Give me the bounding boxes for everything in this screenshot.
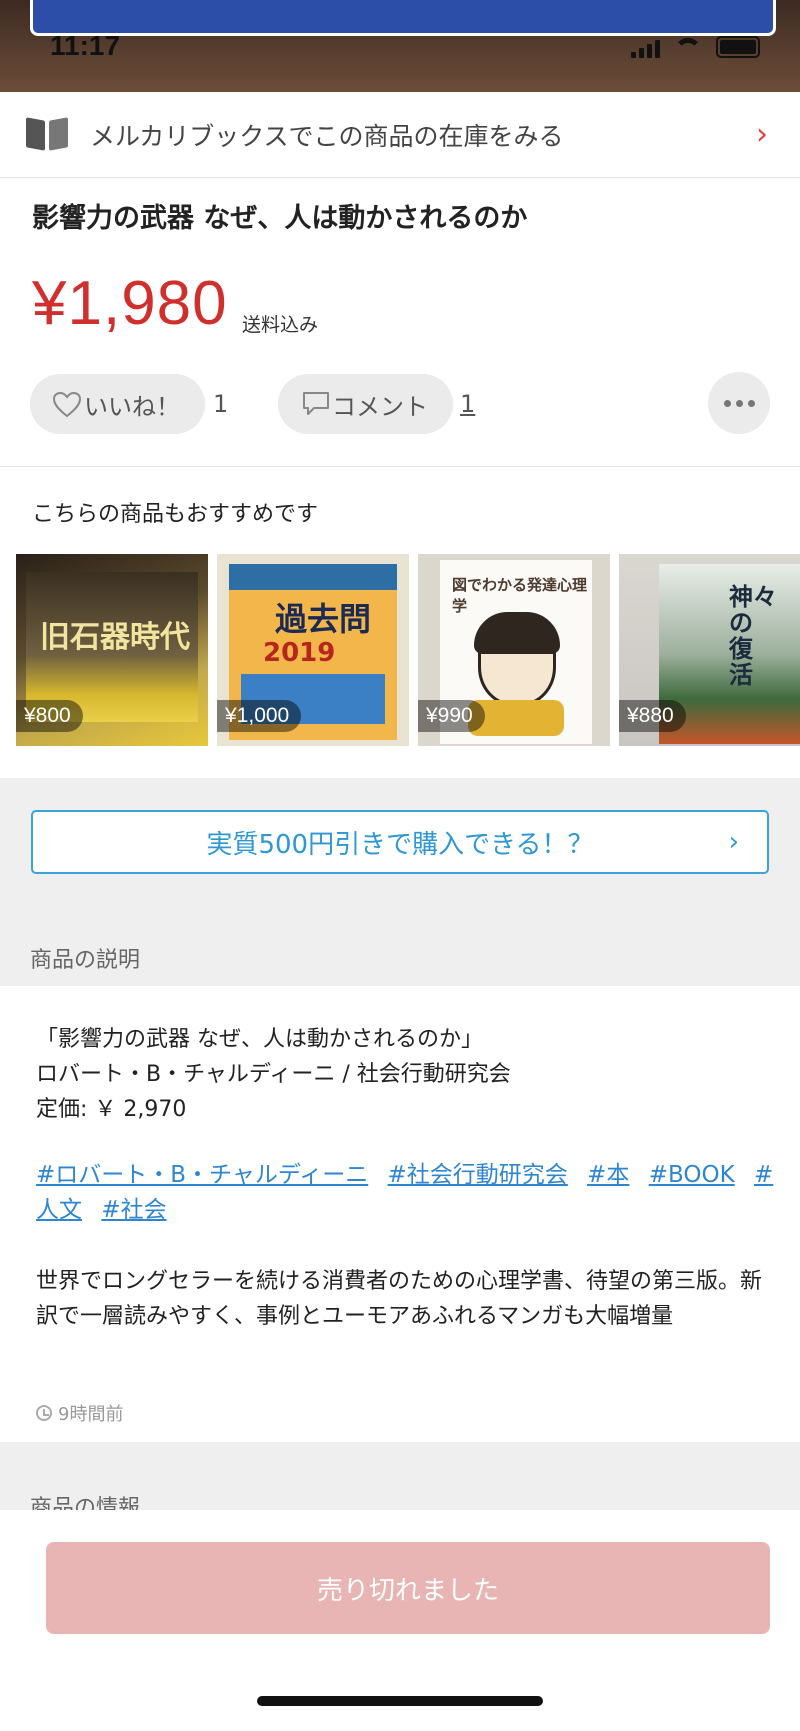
cover-title: 過去問 — [275, 600, 372, 638]
recommendation-price: ¥800 — [16, 700, 83, 732]
home-indicator — [257, 1696, 543, 1706]
book-icon — [26, 119, 68, 151]
status-icons — [631, 36, 760, 58]
recommendation-price: ¥990 — [418, 700, 485, 732]
hashtag-link[interactable]: #社会 — [101, 1197, 166, 1223]
recommendation-card[interactable]: 神々の復活 ¥880 — [619, 554, 800, 746]
recommendation-price: ¥1,000 — [217, 700, 302, 732]
sold-out-button[interactable]: 売り切れました — [46, 1542, 770, 1634]
description-section-title: 商品の説明 — [30, 948, 141, 973]
status-time: 11:17 — [50, 30, 121, 61]
posted-time: 9時間前 — [36, 1400, 123, 1426]
signal-icon — [631, 40, 660, 58]
recommendation-card[interactable]: 旧石器時代 ¥800 — [16, 554, 208, 746]
description-line: 定価: ￥ 2,970 — [36, 1097, 187, 1122]
clock-icon — [36, 1405, 52, 1421]
recommendations-carousel[interactable]: 旧石器時代 ¥800 過去問 2019 ¥1,000 図でわかる発達心理学 ¥9… — [16, 554, 800, 746]
cover-title: 神々の復活 — [729, 583, 777, 689]
chevron-right-icon: › — [756, 117, 768, 152]
mercari-books-label: メルカリブックスでこの商品の在庫をみる — [90, 121, 564, 151]
divider — [0, 466, 800, 467]
description-body: 「影響力の武器 なぜ、人は動かされるのか」 ロバート・B・チャルディーニ / 社… — [36, 1022, 776, 1127]
hashtag-link[interactable]: #BOOK — [649, 1162, 735, 1188]
product-price: ¥1,980 — [32, 269, 228, 338]
cover-year: 2019 — [263, 638, 336, 668]
comment-count-link[interactable]: 1 — [460, 390, 475, 418]
cover-title: 旧石器時代 — [40, 620, 190, 655]
shipping-note: 送料込み — [242, 314, 319, 336]
posted-time-label: 9時間前 — [58, 1404, 124, 1425]
recommendations-heading: こちらの商品もおすすめです — [32, 502, 319, 527]
description-line: ロバート・B・チャルディーニ / 社会行動研究会 — [36, 1062, 511, 1087]
comment-icon — [300, 390, 332, 418]
recommendation-price: ¥880 — [619, 700, 686, 732]
description-blurb: 世界でロングセラーを続ける消費者のための心理学書、待望の第三版。新訳で一層読みや… — [36, 1269, 763, 1329]
wifi-icon — [674, 38, 702, 58]
heart-icon — [52, 391, 82, 418]
dot-icon — [735, 399, 743, 407]
promo-label: 実質500円引きで購入できる！？ — [206, 829, 594, 860]
like-label: いいね！ — [84, 392, 180, 421]
hashtag-link[interactable]: #社会行動研究会 — [388, 1162, 568, 1188]
chevron-right-icon: › — [728, 827, 739, 857]
dot-icon — [723, 399, 731, 407]
hashtag-link[interactable]: #ロバート・B・チャルディーニ — [36, 1162, 368, 1188]
battery-icon — [716, 36, 760, 58]
recommendation-card[interactable]: 過去問 2019 ¥1,000 — [217, 554, 409, 746]
header-photo: 11:17 — [0, 0, 800, 92]
product-title: 影響力の武器 なぜ、人は動かされるのか — [32, 203, 528, 234]
hashtag-list: #ロバート・B・チャルディーニ #社会行動研究会 #本 #BOOK #人文 #社… — [36, 1158, 776, 1228]
promo-button[interactable]: 実質500円引きで購入できる！？ › — [31, 810, 769, 874]
like-count: 1 — [213, 390, 229, 418]
description-line: 「影響力の武器 なぜ、人は動かされるのか」 — [36, 1027, 483, 1052]
cover-title: 図でわかる発達心理学 — [452, 576, 588, 615]
mercari-books-link[interactable]: メルカリブックスでこの商品の在庫をみる › — [0, 92, 800, 178]
dot-icon — [747, 399, 755, 407]
more-options-button[interactable] — [708, 372, 770, 434]
comment-label: コメント — [332, 392, 428, 421]
hashtag-link[interactable]: #本 — [587, 1162, 629, 1188]
comment-button[interactable]: コメント — [278, 374, 453, 434]
like-button[interactable]: いいね！ — [30, 374, 205, 434]
product-photo-edge — [30, 0, 776, 36]
recommendation-card[interactable]: 図でわかる発達心理学 ¥990 — [418, 554, 610, 746]
